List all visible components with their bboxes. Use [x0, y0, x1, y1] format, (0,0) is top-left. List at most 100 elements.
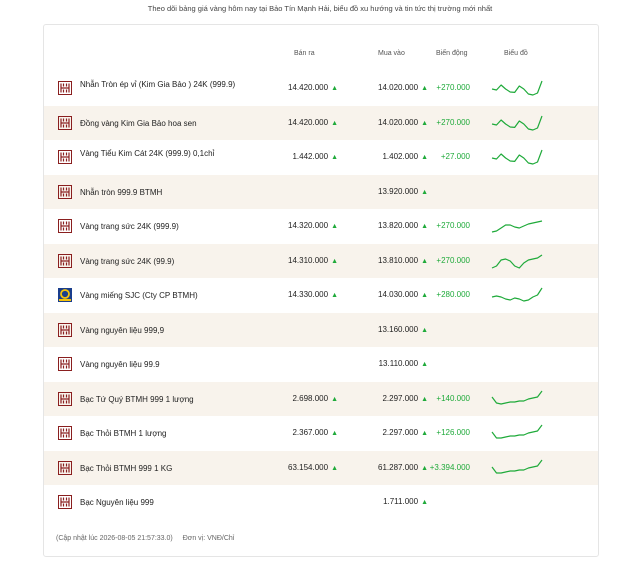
trend-line	[491, 149, 543, 165]
up-arrow-icon: ▲	[421, 326, 428, 334]
buy-price-value: 1.402.000	[382, 152, 419, 161]
price-table: Bán ra Mua vào Biến động Biểu đồ Nhẫn Tr…	[43, 24, 599, 557]
product-name[interactable]: Nhẫn tròn 999.9 BTMH	[80, 187, 255, 198]
trend-line	[491, 115, 543, 131]
price-change: +270.000	[436, 117, 470, 127]
product-name[interactable]: Vàng Tiểu Kim Cát 24K (999.9) 0,1chỉ	[80, 148, 255, 159]
product-name[interactable]: Vàng nguyên liệu 999,9	[80, 325, 255, 336]
sell-price-value: 2.367.000	[292, 428, 329, 437]
trend-line	[491, 80, 543, 96]
page-intro: Theo dõi bảng giá vàng hôm nay tại Bảo T…	[147, 4, 493, 13]
table-header: Bán ra Mua vào Biến động Biểu đồ	[44, 50, 598, 62]
btmh-logo	[58, 115, 72, 130]
buy-price-value: 13.160.000	[378, 324, 419, 334]
buy-price-value: 14.020.000	[378, 83, 419, 92]
product-name[interactable]: Vàng miếng SJC (Cty CP BTMH)	[80, 290, 255, 301]
sell-price-value: 14.310.000	[288, 255, 329, 265]
trend-line	[491, 459, 543, 474]
sell-price: 2.698.000 ▲	[244, 394, 338, 403]
product-name[interactable]: Bạc Thỏi BTMH 1 lượng	[80, 428, 255, 439]
column-header-sell: Bán ra	[294, 50, 315, 57]
table-row[interactable]: Vàng nguyên liệu 999,9 13.160.000 ▲	[44, 312, 598, 347]
table-row[interactable]: Vàng trang sức 24K (99.9) 14.310.000 ▲ 13.8…	[44, 243, 598, 278]
btmh-logo	[58, 495, 72, 509]
btmh-logo	[58, 184, 72, 199]
buy-price-value: 14.030.000	[378, 290, 419, 299]
unit-label: Đơn vị: VNĐ/Chỉ	[182, 535, 235, 542]
sell-price: 14.310.000 ▲	[244, 256, 338, 265]
trend-line	[491, 220, 543, 233]
trend-sparkline[interactable]	[491, 111, 543, 135]
product-name[interactable]: Nhẫn Tròn ép vỉ (Kim Gia Bảo ) 24K (999.…	[80, 79, 255, 90]
column-header-buy: Mua vào	[378, 50, 405, 57]
trend-sparkline[interactable]	[491, 249, 543, 273]
trend-sparkline[interactable]	[491, 214, 543, 238]
sell-price-value: 2.698.000	[292, 393, 329, 403]
product-name[interactable]: Bạc Tứ Quý BTMH 999 1 lượng	[80, 394, 255, 405]
sell-price: 2.367.000 ▲	[244, 428, 338, 437]
product-name[interactable]: Đồng vàng Kim Gia Bảo hoa sen	[80, 118, 255, 129]
buy-price-value: 13.110.000	[378, 359, 419, 368]
table-body: Nhẫn Tròn ép vỉ (Kim Gia Bảo ) 24K (999.…	[44, 71, 598, 520]
up-arrow-icon: ▲	[421, 499, 428, 506]
buy-price-value: 2.297.000	[382, 428, 419, 437]
product-name[interactable]: Vàng trang sức 24K (999.9)	[80, 221, 255, 232]
sell-price: 63.154.000 ▲	[244, 463, 338, 472]
product-name[interactable]: Vàng trang sức 24K (99.9)	[80, 256, 255, 267]
table-row[interactable]: Bạc Nguyên liệu 999 1.711.000 ▲	[44, 485, 598, 520]
table-row[interactable]: Vàng Tiểu Kim Cát 24K (999.9) 0,1chỉ 1.44…	[44, 140, 598, 175]
table-row[interactable]: Vàng trang sức 24K (999.9) 14.320.000 ▲ 13.…	[44, 209, 598, 244]
price-change: +270.000	[436, 83, 470, 92]
sell-price: 14.320.000 ▲	[244, 221, 338, 230]
price-change: +270.000	[436, 255, 470, 265]
trend-line	[491, 424, 543, 439]
table-row[interactable]: Vàng nguyên liệu 99.9 13.110.000 ▲	[44, 347, 598, 382]
up-arrow-icon: ▲	[421, 361, 428, 368]
sell-price-value: 1.442.000	[292, 152, 329, 161]
price-change: +270.000	[436, 221, 470, 230]
trend-line	[491, 390, 543, 405]
buy-price-value: 2.297.000	[382, 393, 419, 403]
buy-price: 13.110.000 ▲	[334, 359, 428, 368]
table-footer: (Cập nhật lúc 2026-08-05 21:57:33.0) Đơn…	[56, 535, 234, 542]
table-row[interactable]: Bạc Tứ Quý BTMH 999 1 lượng 2.698.000 ▲ 2.2…	[44, 381, 598, 416]
buy-price-value: 13.810.000	[378, 255, 419, 265]
sell-price-value: 14.330.000	[288, 290, 329, 299]
table-row[interactable]: Bạc Thỏi BTMH 1 lượng 2.367.000 ▲ 2.297.000…	[44, 416, 598, 451]
btmh-logo	[58, 391, 72, 406]
table-row[interactable]: Nhẫn Tròn ép vỉ (Kim Gia Bảo ) 24K (999.…	[44, 71, 598, 106]
buy-price-value: 13.820.000	[378, 221, 419, 230]
trend-sparkline[interactable]	[491, 421, 543, 445]
sell-price: 14.330.000 ▲	[244, 290, 338, 299]
trend-sparkline[interactable]	[491, 387, 543, 411]
sell-price-value: 14.420.000	[288, 83, 329, 92]
price-change: +27.000	[440, 152, 470, 161]
buy-price-value: 13.920.000	[378, 186, 419, 196]
btmh-logo	[58, 460, 72, 475]
btmh-logo	[58, 357, 72, 371]
buy-price-value: 61.287.000	[378, 462, 419, 472]
sell-price-value: 14.320.000	[288, 221, 329, 230]
table-row[interactable]: Nhẫn tròn 999.9 BTMH 13.920.000 ▲	[44, 174, 598, 209]
trend-sparkline[interactable]	[491, 76, 543, 100]
btmh-logo	[58, 150, 72, 164]
trend-sparkline[interactable]	[491, 145, 543, 169]
price-change: +140.000	[436, 393, 470, 403]
table-row[interactable]: Đồng vàng Kim Gia Bảo hoa sen 14.420.000 ▲…	[44, 105, 598, 140]
trend-sparkline[interactable]	[491, 283, 543, 307]
product-name[interactable]: Vàng nguyên liệu 99.9	[80, 359, 255, 370]
sell-price: 14.420.000 ▲	[244, 118, 338, 127]
update-time: (Cập nhật lúc 2026-08-05 21:57:33.0)	[56, 535, 173, 542]
sjc-logo	[58, 288, 72, 302]
btmh-logo	[58, 426, 72, 440]
trend-line	[491, 287, 543, 302]
table-row[interactable]: Bạc Thỏi BTMH 999 1 KG 63.154.000 ▲ 61.287.…	[44, 450, 598, 485]
up-arrow-icon: ▲	[421, 188, 428, 196]
trend-sparkline[interactable]	[491, 456, 543, 480]
product-name[interactable]: Bạc Thỏi BTMH 999 1 KG	[80, 463, 255, 474]
sell-price: 14.420.000 ▲	[244, 83, 338, 92]
table-row[interactable]: Vàng miếng SJC (Cty CP BTMH) 14.330.000 ▲ 1…	[44, 278, 598, 313]
product-name[interactable]: Bạc Nguyên liệu 999	[80, 497, 255, 508]
btmh-logo	[58, 322, 72, 337]
buy-price-value: 1.711.000	[383, 497, 419, 506]
